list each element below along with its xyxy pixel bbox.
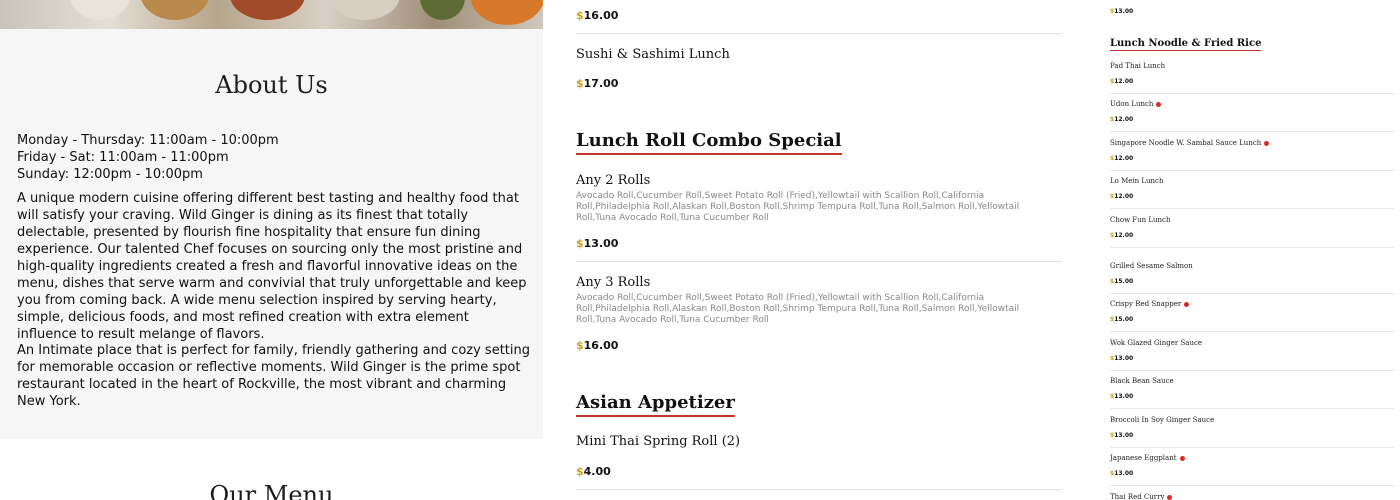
opening-hours: Monday - Thursday: 11:00am - 10:00pm Fri… [17, 132, 279, 183]
menu-item-description: Avocado Roll,Cucumber Roll,Sweet Potato … [576, 191, 1020, 223]
menu-item-name[interactable]: Japanese Eggplant [1110, 454, 1185, 462]
item-price: $13.00 [576, 237, 619, 250]
spicy-icon [1264, 140, 1270, 146]
menu-item-name[interactable]: Black Bean Sauce [1110, 377, 1174, 385]
menu-item-label: Pad Thai Lunch [1110, 62, 1166, 70]
item-divider [1110, 170, 1395, 171]
menu-item-name[interactable]: Grilled Sesame Salmon [1110, 262, 1193, 270]
menu-middle-column: $16.00 Sushi & Sashimi Lunch $17.00 Lunc… [543, 0, 1083, 500]
menu-item-name[interactable]: Lo Mein Lunch [1110, 177, 1163, 185]
item-divider [1110, 293, 1395, 294]
menu-item-label: Thai Red Curry [1110, 493, 1165, 500]
spicy-icon [1156, 101, 1162, 107]
item-price: $13.00 [1110, 8, 1134, 15]
section-title-roll-combo: Lunch Roll Combo Special [576, 130, 842, 155]
about-title: About Us [215, 71, 328, 99]
hero-food-image [0, 0, 543, 29]
menu-item-label: Lo Mein Lunch [1110, 177, 1164, 185]
item-price: $13.00 [1110, 470, 1134, 477]
menu-item-name[interactable]: Singapore Noodle W. Sambal Sauce Lunch [1110, 139, 1270, 147]
item-divider [1110, 370, 1395, 371]
item-price: $13.00 [1110, 432, 1134, 439]
item-price: $12.00 [1110, 78, 1134, 85]
item-divider [1110, 208, 1395, 209]
menu-item-description: Avocado Roll,Cucumber Roll,Sweet Potato … [576, 293, 1020, 325]
section-title-noodle: Lunch Noodle & Fried Rice [1110, 38, 1262, 51]
menu-item-label: Broccoli In Soy Ginger Sauce [1110, 416, 1215, 424]
spicy-icon [1167, 494, 1173, 500]
menu-item-label: Wok Glazed Ginger Sauce [1110, 339, 1203, 347]
menu-item-label: Black Bean Sauce [1110, 377, 1174, 385]
item-price: $15.00 [1110, 316, 1134, 323]
menu-item-name[interactable]: Udon Lunch [1110, 100, 1162, 108]
item-price: $16.00 [576, 9, 619, 22]
item-divider [1110, 408, 1395, 409]
menu-item-name[interactable]: Sushi & Sashimi Lunch [576, 47, 730, 62]
hours-line: Sunday: 12:00pm - 10:00pm [17, 167, 203, 182]
section-title-appetizer: Asian Appetizer [576, 392, 735, 417]
item-divider [576, 261, 1062, 262]
menu-item-label: Singapore Noodle W. Sambal Sauce Lunch [1110, 139, 1262, 147]
item-divider [1110, 131, 1395, 132]
item-divider [576, 33, 1062, 34]
menu-item-name[interactable]: Pad Thai Lunch [1110, 62, 1165, 70]
our-menu-title: Our Menu [209, 481, 334, 500]
item-divider [1110, 331, 1395, 332]
item-price: $15.00 [1110, 278, 1134, 285]
item-price: $12.00 [1110, 232, 1134, 239]
menu-item-label: Udon Lunch [1110, 100, 1154, 108]
item-divider [1110, 447, 1395, 448]
item-price: $12.00 [1110, 116, 1134, 123]
menu-right-column: $13.00 Lunch Noodle & Fried Rice Pad Tha… [1083, 0, 1400, 500]
menu-item-name[interactable]: Broccoli In Soy Ginger Sauce [1110, 416, 1214, 424]
hours-line: Friday - Sat: 11:00am - 11:00pm [17, 150, 229, 165]
menu-item-label: Grilled Sesame Salmon [1110, 262, 1193, 270]
item-price: $17.00 [576, 77, 619, 90]
item-price: $12.00 [1110, 193, 1134, 200]
about-section: About Us Monday - Thursday: 11:00am - 10… [0, 29, 543, 439]
item-price: $12.00 [1110, 155, 1134, 162]
menu-item-label: Chow Fun Lunch [1110, 216, 1171, 224]
item-divider [1110, 485, 1395, 486]
menu-item-label: Crispy Red Snapper [1110, 300, 1182, 308]
item-divider [576, 489, 1062, 490]
menu-item-name[interactable]: Wok Glazed Ginger Sauce [1110, 339, 1202, 347]
hours-line: Monday - Thursday: 11:00am - 10:00pm [17, 133, 279, 148]
spicy-icon [1184, 301, 1190, 307]
item-price: $16.00 [576, 339, 619, 352]
item-price: $13.00 [1110, 393, 1134, 400]
menu-item-name[interactable]: Crispy Red Snapper [1110, 300, 1190, 308]
menu-item-name[interactable]: Any 2 Rolls [576, 173, 650, 188]
item-price: $4.00 [576, 465, 611, 478]
menu-item-label: Japanese Eggplant [1110, 454, 1177, 462]
item-price: $13.00 [1110, 355, 1134, 362]
menu-item-name[interactable]: Any 3 Rolls [576, 275, 650, 290]
item-divider [1110, 93, 1395, 94]
about-intimate-text: An Intimate place that is perfect for fa… [17, 343, 531, 409]
menu-item-name[interactable]: Chow Fun Lunch [1110, 216, 1171, 224]
about-description: A unique modern cuisine offering differe… [17, 191, 527, 342]
item-divider [1110, 247, 1395, 248]
spicy-icon [1179, 455, 1185, 461]
menu-item-name[interactable]: Thai Red Curry [1110, 493, 1173, 500]
menu-item-name[interactable]: Mini Thai Spring Roll (2) [576, 434, 740, 449]
about-column: About Us Monday - Thursday: 11:00am - 10… [0, 0, 543, 500]
